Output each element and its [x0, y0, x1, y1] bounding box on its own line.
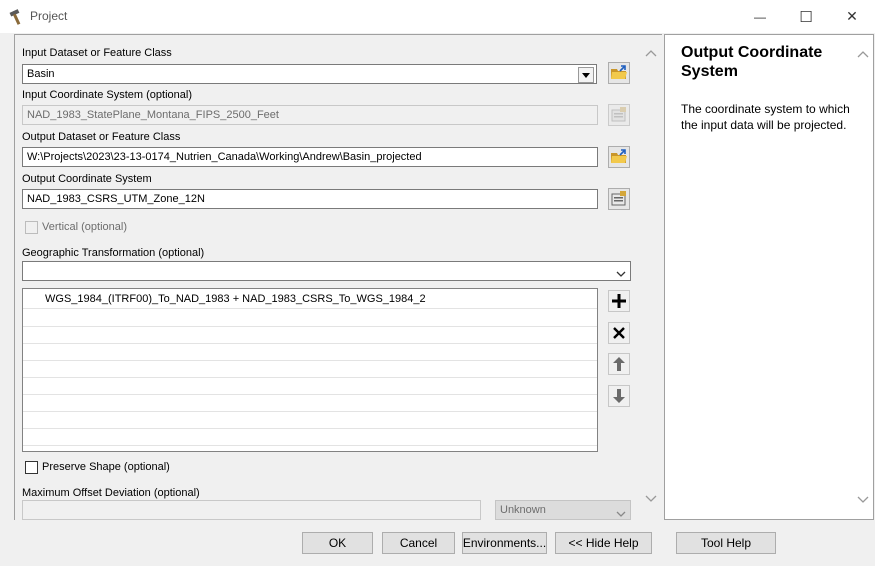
list-item: [23, 309, 597, 327]
output-cs-properties-button[interactable]: [608, 188, 630, 210]
minimize-icon: —: [754, 9, 766, 24]
minimize-button[interactable]: —: [737, 0, 783, 33]
output-dataset-label: Output Dataset or Feature Class: [22, 131, 181, 143]
output-cs-label: Output Coordinate System: [22, 173, 152, 185]
chevron-down-icon[interactable]: [857, 495, 869, 507]
hide-help-button[interactable]: << Hide Help: [555, 532, 652, 554]
list-item: [23, 394, 597, 412]
vertical-label: Vertical (optional): [42, 221, 127, 233]
delete-x-icon: [613, 327, 625, 339]
max-offset-field: [22, 500, 481, 520]
input-dataset-combo[interactable]: Basin: [22, 64, 597, 84]
geo-transform-label: Geographic Transformation (optional): [22, 247, 205, 259]
list-item: [23, 326, 597, 344]
delete-row-button[interactable]: [608, 322, 630, 344]
browse-output-dataset-button[interactable]: [608, 146, 630, 168]
close-button[interactable]: ✕: [829, 0, 875, 33]
preserve-shape-label: Preserve Shape (optional): [42, 461, 170, 473]
unit-combo: Unknown: [495, 500, 631, 520]
parameters-scrollbar[interactable]: [641, 36, 661, 520]
cancel-button[interactable]: Cancel: [382, 532, 455, 554]
geo-transform-combo[interactable]: [22, 261, 631, 281]
browse-input-dataset-button[interactable]: [608, 62, 630, 84]
properties-icon: [611, 107, 626, 122]
help-body: The coordinate system to which the input…: [681, 102, 850, 132]
list-item-text: WGS_1984_(ITRF00)_To_NAD_1983 + NAD_1983…: [45, 293, 426, 305]
open-folder-icon: [611, 65, 627, 79]
properties-icon: [611, 191, 626, 206]
input-dataset-label: Input Dataset or Feature Class: [22, 47, 172, 59]
input-cs-field: NAD_1983_StatePlane_Montana_FIPS_2500_Fe…: [22, 105, 598, 125]
unit-value: Unknown: [500, 504, 546, 516]
chevron-down-icon[interactable]: [616, 266, 626, 280]
chevron-down-icon[interactable]: [578, 67, 594, 83]
environments-button[interactable]: Environments...: [462, 532, 547, 554]
close-icon: ✕: [846, 8, 858, 24]
help-title: Output Coordinate System: [681, 44, 823, 80]
plus-icon: [612, 294, 626, 308]
list-item: [23, 343, 597, 361]
preserve-shape-checkbox[interactable]: [25, 461, 38, 474]
list-item[interactable]: WGS_1984_(ITRF00)_To_NAD_1983 + NAD_1983…: [23, 291, 597, 309]
arrow-up-icon: [613, 357, 625, 371]
move-down-button[interactable]: [608, 385, 630, 407]
output-cs-field[interactable]: NAD_1983_CSRS_UTM_Zone_12N: [22, 189, 598, 209]
list-item: [23, 360, 597, 378]
chevron-down-icon[interactable]: [645, 494, 657, 506]
open-folder-icon: [611, 149, 627, 163]
hammer-icon: [8, 8, 26, 26]
input-dataset-value: Basin: [27, 68, 55, 80]
list-item: [23, 377, 597, 395]
chevron-down-icon: [616, 506, 626, 519]
add-row-button[interactable]: [608, 290, 630, 312]
input-cs-label: Input Coordinate System (optional): [22, 89, 192, 101]
chevron-up-icon[interactable]: [857, 49, 869, 61]
vertical-checkbox: [25, 221, 38, 234]
move-up-button[interactable]: [608, 353, 630, 375]
output-dataset-field[interactable]: W:\Projects\2023\23-13-0174_Nutrien_Cana…: [22, 147, 598, 167]
maximize-button[interactable]: ☐: [783, 0, 829, 33]
ok-button[interactable]: OK: [302, 532, 373, 554]
transformation-list[interactable]: WGS_1984_(ITRF00)_To_NAD_1983 + NAD_1983…: [22, 288, 598, 452]
chevron-up-icon[interactable]: [645, 48, 657, 60]
list-item: [23, 428, 597, 446]
maximize-icon: ☐: [799, 8, 813, 26]
tool-help-button[interactable]: Tool Help: [676, 532, 776, 554]
input-cs-properties-button: [608, 104, 630, 126]
arrow-down-icon: [613, 389, 625, 403]
list-item: [23, 411, 597, 429]
help-panel: Output Coordinate System The coordinate …: [664, 34, 874, 520]
window-title: Project: [30, 9, 68, 23]
max-offset-label: Maximum Offset Deviation (optional): [22, 487, 200, 499]
